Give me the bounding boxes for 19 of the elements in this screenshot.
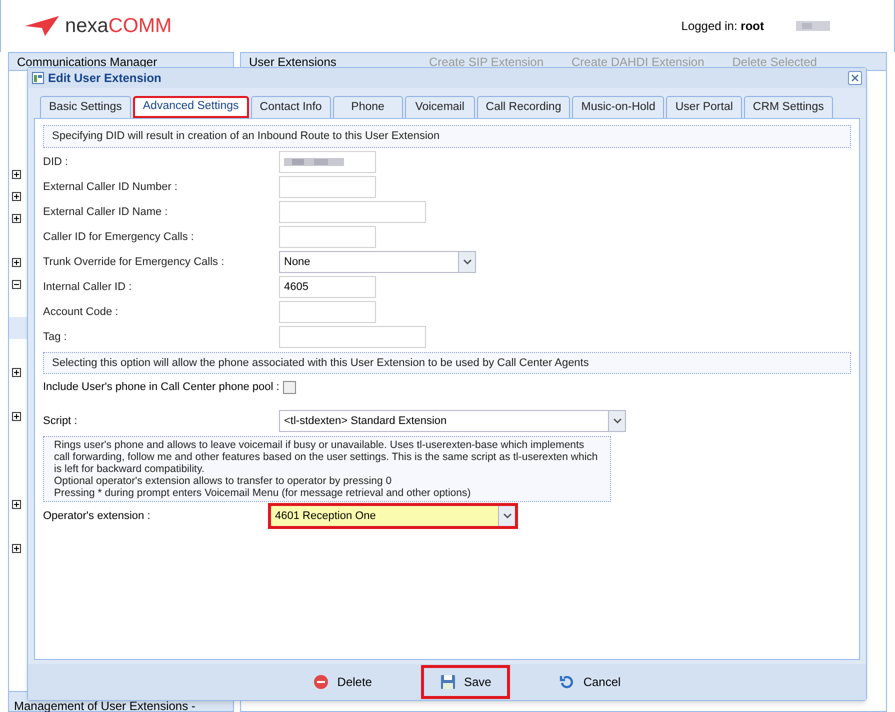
login-status: Logged in: root <box>681 18 764 35</box>
info-note: Specifying DID will result in creation of an Inbound Route to this User Extension <box>43 125 851 148</box>
info-note: Selecting this option will allow the phone associated with this User Extension to be used by Call Center Agents <box>43 352 851 374</box>
script-description: Rings user's phone and allows to leave voicemail if busy or unavailable. Uses tl-userexten-base which implements call forwarding, follow me and other features based on the user settings. This is the same script as tl-userexten which is left for backward compatibility. Optional operator's extension allows to transfer to operator by pressing 0 Pressing * during prompt enters Voicemail Menu (for message retrieval and other options) <box>43 436 611 502</box>
field-label: Tag : <box>43 330 68 345</box>
field-label: Internal Caller ID : <box>43 280 133 295</box>
checkbox-label: Include User's phone in Call Center phone pool : <box>43 380 280 395</box>
field-label: External Caller ID Name : <box>43 204 169 220</box>
field-label: DID : <box>43 154 70 170</box>
field-label: Script : <box>43 414 78 429</box>
field-label: Account Code : <box>43 304 120 320</box>
logo-text: nexaCOMM <box>65 16 172 36</box>
field-label: External Caller ID Number : <box>43 180 178 195</box>
window-title: Edit User Extension <box>48 70 162 87</box>
panel-title: Communications Manager <box>17 56 158 68</box>
field-label: Caller ID for Emergency Calls : <box>43 230 195 245</box>
field-label: Operator's extension : <box>43 508 152 524</box>
field-label: Trunk Override for Emergency Calls : <box>43 254 226 270</box>
panel-title: User Extensions <box>249 56 338 68</box>
